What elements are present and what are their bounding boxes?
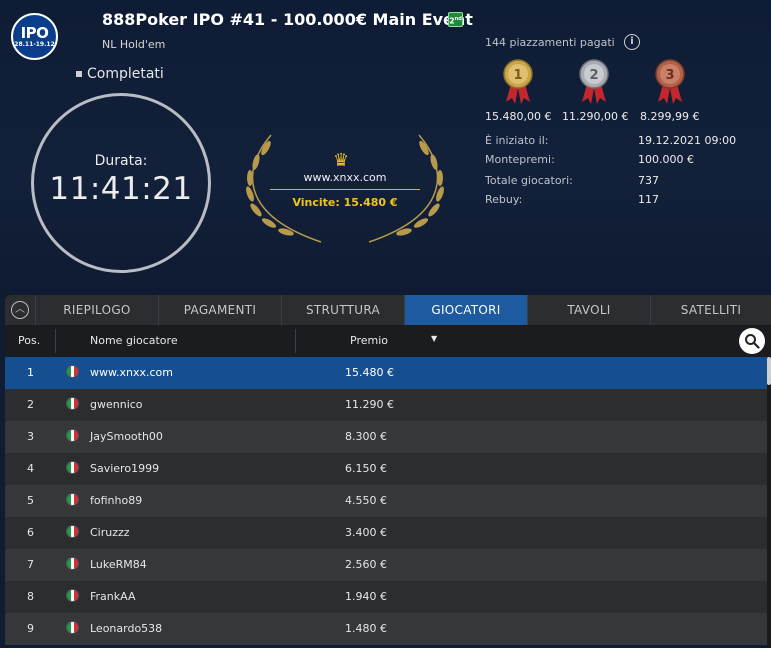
table-row[interactable]: 7 LukeRM84 2.560 €: [5, 549, 767, 581]
status-label: Completati: [76, 66, 164, 82]
third-prize-value: 8.299,99 €: [640, 110, 700, 123]
italy-flag-icon: [66, 429, 79, 442]
table-row[interactable]: 2 gwennico 11.290 €: [5, 389, 767, 421]
gold-medal-icon: 1: [503, 59, 533, 104]
winner-divider: [270, 189, 420, 190]
tab-riepilogo[interactable]: RIEPILOGO: [35, 295, 158, 325]
crown-icon: ♛: [333, 150, 350, 171]
table-row[interactable]: 1 www.xnxx.com 15.480 €: [5, 357, 767, 389]
tournament-header: IPO 28.11-19.12 888Poker IPO #41 - 100.0…: [0, 0, 771, 295]
row-position: 6: [27, 526, 34, 539]
collapse-chevron-up-icon[interactable]: ︿: [11, 301, 29, 319]
column-divider: [295, 329, 296, 353]
player-name: www.xnxx.com: [90, 366, 173, 379]
column-header-name[interactable]: Nome giocatore: [90, 334, 178, 347]
prizepool-label: Montepremi:: [485, 153, 555, 166]
winner-name: www.xnxx.com: [303, 171, 387, 184]
tab-bar: ︿ RIEPILOGO PAGAMENTI STRUTTURA GIOCATOR…: [5, 295, 771, 325]
started-label: È iniziato il:: [485, 134, 549, 147]
row-position: 7: [27, 558, 34, 571]
search-icon: [745, 334, 760, 349]
italy-flag-icon: [66, 493, 79, 506]
tab-pagamenti[interactable]: PAGAMENTI: [158, 295, 281, 325]
player-name: Saviero1999: [90, 462, 160, 475]
italy-flag-icon: [66, 589, 79, 602]
player-name: FrankAA: [90, 590, 136, 603]
silver-medal-icon: 2: [579, 59, 609, 104]
prizepool-value: 100.000 €: [638, 153, 694, 166]
player-name: fofinho89: [90, 494, 143, 507]
player-prize: 2.560 €: [345, 558, 387, 571]
row-position: 4: [27, 462, 34, 475]
italy-flag-icon: [66, 365, 79, 378]
tab-satelliti[interactable]: SATELLITI: [650, 295, 771, 325]
svg-text:3: 3: [665, 68, 674, 83]
search-button[interactable]: [739, 328, 765, 354]
scrollbar-thumb[interactable]: [767, 357, 771, 385]
column-divider: [55, 329, 56, 353]
italy-flag-icon: [66, 621, 79, 634]
table-row[interactable]: 9 Leonardo538 1.480 €: [5, 613, 767, 645]
table-header: Pos. Nome giocatore Premio ▼: [5, 325, 771, 357]
ipo-logo: IPO 28.11-19.12: [11, 13, 58, 60]
player-name: gwennico: [90, 398, 143, 411]
laurel-wreath-icon: [246, 134, 444, 243]
total-players-value: 737: [638, 174, 659, 187]
player-prize: 6.150 €: [345, 462, 387, 475]
player-prize: 4.550 €: [345, 494, 387, 507]
second-prize-value: 11.290,00 €: [562, 110, 629, 123]
rebuy-label: Rebuy:: [485, 193, 523, 206]
svg-text:2: 2: [589, 68, 598, 83]
tournament-title: 888Poker IPO #41 - 100.000€ Main Event: [102, 10, 473, 29]
italy-flag-icon: [66, 557, 79, 570]
player-prize: 11.290 €: [345, 398, 394, 411]
player-prize: 8.300 €: [345, 430, 387, 443]
game-type: NL Hold'em: [102, 38, 166, 51]
bronze-medal-icon: 3: [655, 59, 685, 104]
tab-tavoli[interactable]: TAVOLI: [527, 295, 650, 325]
italy-flag-icon: [66, 461, 79, 474]
row-position: 3: [27, 430, 34, 443]
winner-winnings: Vincite: 15.480 €: [292, 196, 398, 209]
duration-label: Durata:: [94, 153, 148, 169]
player-name: JaySmooth00: [90, 430, 163, 443]
table-row[interactable]: 4 Saviero1999 6.150 €: [5, 453, 767, 485]
status-square-icon: [76, 71, 82, 77]
svg-text:1: 1: [513, 68, 522, 83]
rebuy-value: 117: [638, 193, 659, 206]
row-position: 8: [27, 590, 34, 603]
duration-time: 11:41:21: [49, 171, 193, 207]
table-row[interactable]: 3 JaySmooth00 8.300 €: [5, 421, 767, 453]
table-row[interactable]: 8 FrankAA 1.940 €: [5, 581, 767, 613]
player-prize: 1.940 €: [345, 590, 387, 603]
italy-flag-icon: [66, 397, 79, 410]
player-prize: 15.480 €: [345, 366, 394, 379]
first-prize-value: 15.480,00 €: [485, 110, 552, 123]
row-position: 1: [27, 366, 34, 379]
second-chance-badge: 2nd: [448, 12, 463, 27]
paid-places: 144 piazzamenti pagati: [485, 36, 615, 49]
row-position: 5: [27, 494, 34, 507]
tab-giocatori[interactable]: GIOCATORI: [404, 295, 527, 325]
table-row[interactable]: 5 fofinho89 4.550 €: [5, 485, 767, 517]
table-row[interactable]: 6 Ciruzzz 3.400 €: [5, 517, 767, 549]
player-name: LukeRM84: [90, 558, 147, 571]
duration-clock: Durata: 11:41:21: [31, 93, 211, 273]
sort-down-icon[interactable]: ▼: [431, 334, 437, 343]
player-prize: 1.480 €: [345, 622, 387, 635]
player-name: Leonardo538: [90, 622, 163, 635]
player-prize: 3.400 €: [345, 526, 387, 539]
column-header-pos[interactable]: Pos.: [18, 334, 40, 347]
row-position: 9: [27, 622, 34, 635]
started-value: 19.12.2021 09:00: [638, 134, 737, 147]
scrollbar-track[interactable]: [767, 357, 771, 648]
total-players-label: Totale giocatori:: [485, 174, 573, 187]
italy-flag-icon: [66, 525, 79, 538]
tab-struttura[interactable]: STRUTTURA: [281, 295, 404, 325]
column-header-prize[interactable]: Premio: [350, 334, 388, 347]
row-position: 2: [27, 398, 34, 411]
info-icon[interactable]: i: [624, 34, 640, 50]
player-name: Ciruzzz: [90, 526, 130, 539]
